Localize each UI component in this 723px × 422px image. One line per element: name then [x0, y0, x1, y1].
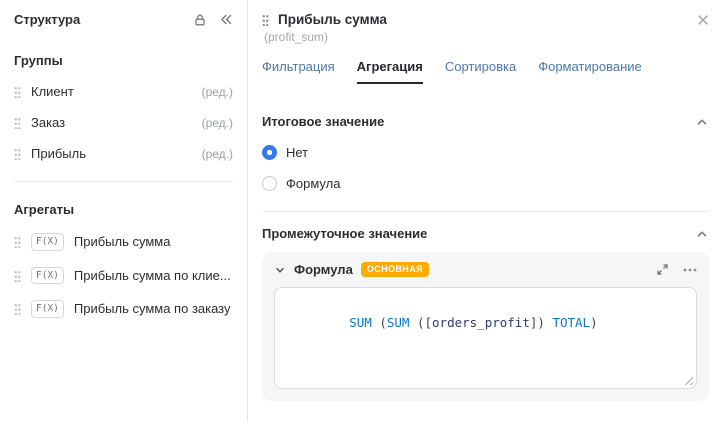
code-token-function: SUM — [349, 315, 372, 330]
group-label: Прибыль — [31, 146, 86, 161]
group-item-order[interactable]: Заказ (ред.) — [0, 107, 247, 138]
field-settings-panel: Прибыль сумма (profit_sum) Фильтрация Аг… — [248, 0, 723, 422]
dataset-editor: Структура Группы Клиент (ред.) Заказ (ре… — [0, 0, 723, 422]
formula-card-header: Формула ОСНОВНАЯ — [274, 262, 697, 277]
drag-handle-icon[interactable] — [14, 235, 21, 249]
fx-badge: F(X) — [31, 233, 64, 251]
drag-handle-icon[interactable] — [262, 13, 269, 26]
section-title: Промежуточное значение — [262, 226, 428, 241]
section-divider — [262, 211, 709, 212]
chevron-up-icon[interactable] — [695, 115, 709, 129]
radio-unselected-icon[interactable] — [262, 176, 277, 191]
radio-option-formula[interactable]: Формула — [262, 176, 709, 191]
edit-link[interactable]: (ред.) — [202, 85, 233, 99]
aggregate-item-profit-sum-by-order[interactable]: F(X) Прибыль сумма по заказу — [0, 292, 247, 326]
tab-aggregation[interactable]: Агрегация — [356, 59, 423, 84]
field-id-subtitle: (profit_sum) — [264, 30, 329, 44]
panel-title: Прибыль сумма — [278, 12, 387, 27]
chevron-down-icon[interactable] — [274, 264, 286, 276]
panel-header: Прибыль сумма — [262, 12, 709, 27]
edit-link[interactable]: (ред.) — [202, 147, 233, 161]
structure-sidebar: Структура Группы Клиент (ред.) Заказ (ре… — [0, 0, 248, 422]
more-icon[interactable] — [683, 268, 697, 272]
section-title: Итоговое значение — [262, 114, 385, 129]
aggregate-label: Прибыль сумма — [73, 234, 171, 250]
group-item-profit[interactable]: Прибыль (ред.) — [0, 138, 247, 169]
close-icon[interactable] — [697, 14, 709, 26]
radio-selected-icon[interactable] — [262, 145, 277, 160]
formula-card-title: Формула — [294, 262, 353, 277]
aggregate-label: Прибыль сумма по заказу — [73, 301, 231, 317]
radio-label: Формула — [286, 176, 341, 191]
group-label: Заказ — [31, 115, 66, 130]
aggregate-item-profit-sum[interactable]: F(X) Прибыль сумма — [0, 225, 247, 259]
aggregate-label: Прибыль сумма по клие... — [73, 267, 231, 283]
expand-icon[interactable] — [656, 263, 669, 276]
tab-sorting[interactable]: Сортировка — [445, 59, 516, 84]
lock-icon[interactable] — [193, 13, 207, 27]
code-token-field: orders_profit — [432, 315, 530, 330]
total-value-section-header: Итоговое значение — [262, 114, 709, 129]
group-label: Клиент — [31, 84, 74, 99]
code-token-punct: ([ — [409, 315, 433, 330]
resize-grip-icon[interactable] — [684, 376, 693, 385]
drag-handle-icon[interactable] — [14, 147, 21, 160]
aggregates-section-header: Агрегаты — [14, 202, 75, 217]
collapse-sidebar-icon[interactable] — [219, 13, 233, 26]
tab-formatting[interactable]: Форматирование — [538, 59, 642, 84]
fx-badge: F(X) — [31, 266, 64, 284]
code-token-keyword: TOTAL — [544, 315, 591, 330]
formula-editor[interactable]: SUM (SUM ([orders_profit]) TOTAL) — [274, 287, 697, 389]
code-token-punct: ( — [371, 315, 387, 330]
radio-label: Нет — [286, 145, 309, 160]
code-token-punct: ) — [590, 315, 598, 330]
formula-card-actions — [656, 263, 697, 276]
drag-handle-icon[interactable] — [14, 302, 21, 316]
intermediate-value-section-header: Промежуточное значение — [262, 226, 709, 241]
fx-badge: F(X) — [31, 300, 64, 318]
groups-section-header: Группы — [14, 53, 63, 68]
formula-card: Формула ОСНОВНАЯ SUM (SUM ([orders_profi… — [262, 252, 709, 401]
aggregate-item-profit-sum-by-client[interactable]: F(X) Прибыль сумма по клие... — [0, 259, 247, 293]
group-item-client[interactable]: Клиент (ред.) — [0, 76, 247, 107]
code-token-punct: ]) — [529, 315, 545, 330]
drag-handle-icon[interactable] — [14, 116, 21, 129]
radio-option-none[interactable]: Нет — [262, 145, 709, 160]
main-badge: ОСНОВНАЯ — [360, 262, 429, 277]
code-token-function: SUM — [386, 315, 410, 330]
sidebar-header: Структура — [0, 10, 247, 33]
sidebar-actions — [193, 13, 233, 27]
tab-filtration[interactable]: Фильтрация — [262, 59, 335, 84]
chevron-up-icon[interactable] — [695, 227, 709, 241]
edit-link[interactable]: (ред.) — [202, 116, 233, 130]
tabs: Фильтрация Агрегация Сортировка Форматир… — [262, 59, 709, 84]
drag-handle-icon[interactable] — [14, 268, 21, 282]
drag-handle-icon[interactable] — [14, 85, 21, 98]
sidebar-title: Структура — [14, 12, 81, 27]
